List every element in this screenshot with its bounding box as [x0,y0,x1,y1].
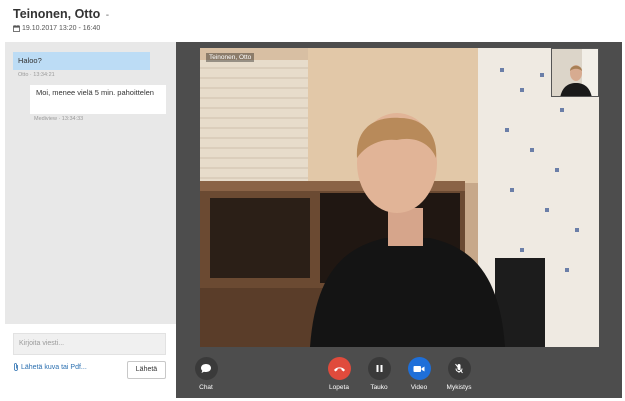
video-toggle-button[interactable] [407,357,431,380]
hang-up-label: Lopeta [329,384,349,391]
chat-panel: Haloo? Otto · 13:34:21 Moi, menee vielä … [5,42,176,324]
camera-icon [413,365,425,372]
remote-video-feed [200,48,599,347]
chat-control-label: Chat [199,384,213,391]
hang-up-button[interactable] [327,357,351,380]
remote-video: Teinonen, Otto [200,48,599,347]
pause-button[interactable] [367,357,391,380]
appointment-date: 19.10.2017 13:20 - 16:40 [13,25,100,32]
pause-control[interactable]: Tauko [364,357,394,391]
attach-file-link[interactable]: Lähetä kuva tai Pdf... [13,363,87,371]
title-suffix: - [105,10,110,21]
remote-participant-label: Teinonen, Otto [206,53,255,62]
chat-message-incoming: Haloo? [13,52,150,70]
video-toggle-label: Video [410,384,428,391]
hang-up-icon [333,366,345,371]
self-view-video[interactable] [551,48,599,97]
mute-control[interactable]: Mykistys [444,357,474,391]
mute-button[interactable] [447,357,471,380]
date-range-text: 19.10.2017 13:20 - 16:40 [22,25,101,32]
chat-message-outgoing: Moi, menee vielä 5 min. pahoittelen [30,85,166,114]
mute-label: Mykistys [446,384,472,391]
paperclip-icon [13,363,19,371]
calendar-icon [13,25,20,32]
video-consultation-window: Teinonen, Otto - 19.10.2017 13:20 - 16:4… [0,0,625,401]
self-view-feed [552,49,598,96]
chat-control[interactable]: Chat [191,357,221,391]
attach-file-label: Lähetä kuva tai Pdf... [21,363,87,371]
patient-name: Teinonen, Otto [13,7,101,21]
hang-up-control[interactable]: Lopeta [324,357,354,391]
pause-label: Tauko [370,384,388,391]
chat-message-meta: Otto · 13:34:21 [18,72,55,78]
message-input[interactable]: Kirjoita viesti... [13,333,166,355]
header: Teinonen, Otto - 19.10.2017 13:20 - 16:4… [0,0,625,42]
call-controls: Chat Lopeta Tauko Video Mykistys [176,352,622,398]
video-stage: Teinonen, Otto Chat Lopeta Tauko Video M… [176,42,622,398]
chat-message-meta: Mediview · 13:34:33 [34,116,84,122]
pause-icon [376,365,382,372]
chat-button[interactable] [194,357,218,380]
page-title: Teinonen, Otto - [13,7,109,21]
send-button[interactable]: Lähetä [127,361,166,379]
video-control[interactable]: Video [404,357,434,391]
chat-bubble-icon [201,364,211,373]
microphone-muted-icon [455,363,463,374]
